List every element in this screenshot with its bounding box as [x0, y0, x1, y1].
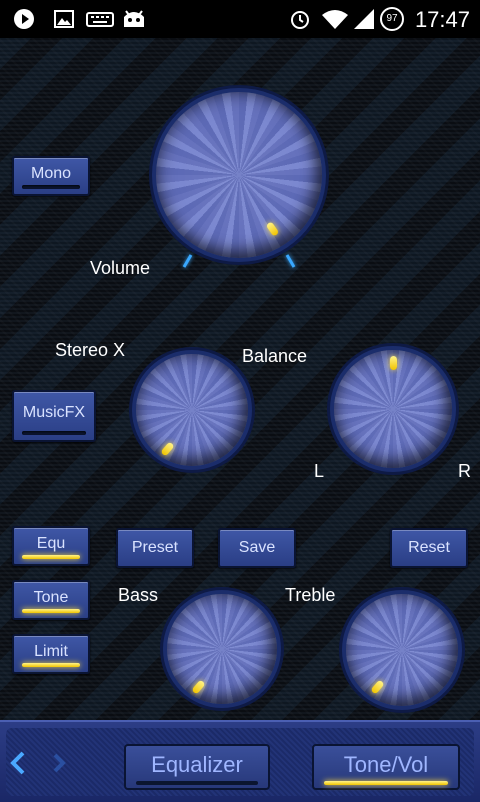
- tab-equalizer-indicator: [136, 781, 258, 785]
- image-icon: [54, 10, 74, 28]
- volume-label: Volume: [90, 258, 151, 278]
- bass-knob[interactable]: [167, 594, 277, 704]
- tab-equalizer[interactable]: Equalizer: [124, 744, 270, 790]
- signal-icon: [354, 9, 374, 29]
- equ-indicator: [22, 555, 80, 559]
- balance-knob[interactable]: [334, 350, 452, 468]
- android-icon: [124, 10, 144, 27]
- clock: 17:47: [414, 7, 470, 32]
- mono-indicator: [22, 185, 80, 189]
- wifi-icon: [322, 10, 348, 29]
- tone-indicator: [22, 609, 80, 613]
- chevron-left-icon[interactable]: [8, 750, 28, 776]
- equ-button-label: Equ: [36, 535, 66, 552]
- balance-right-label: R: [458, 461, 471, 481]
- chevron-right-icon[interactable]: [50, 750, 70, 776]
- stereo-x-label: Stereo X: [55, 340, 126, 360]
- play-icon: [14, 9, 34, 29]
- treble-marker: [370, 679, 385, 695]
- equ-button[interactable]: Equ: [12, 526, 90, 566]
- tab-equalizer-label: Equalizer: [151, 752, 243, 777]
- limit-button-label: Limit: [34, 643, 68, 660]
- reset-button[interactable]: Reset: [390, 528, 468, 568]
- mono-button[interactable]: Mono: [12, 156, 90, 196]
- musicfx-button-label: MusicFX: [22, 404, 86, 421]
- bass-marker: [191, 679, 206, 695]
- volume-knob[interactable]: [156, 92, 322, 258]
- treble-label: Treble: [285, 585, 336, 605]
- balance-label: Balance: [242, 346, 308, 366]
- balance-marker: [390, 356, 397, 370]
- limit-button[interactable]: Limit: [12, 634, 90, 674]
- status-bar: 97 17:47: [0, 0, 480, 38]
- alarm-icon: [291, 11, 309, 29]
- tab-tone-vol[interactable]: Tone/Vol: [312, 744, 460, 790]
- tone-button-label: Tone: [33, 589, 69, 606]
- bass-label: Bass: [118, 585, 159, 605]
- mono-button-label: Mono: [30, 165, 72, 182]
- stereo-x-marker: [160, 441, 175, 457]
- stereo-x-knob[interactable]: [136, 354, 248, 466]
- volume-marker: [265, 221, 280, 237]
- preset-button[interactable]: Preset: [116, 528, 194, 568]
- tone-button[interactable]: Tone: [12, 580, 90, 620]
- balance-left-label: L: [314, 461, 325, 481]
- tab-tone-vol-label: Tone/Vol: [343, 752, 429, 777]
- musicfx-indicator: [22, 431, 86, 435]
- musicfx-button[interactable]: MusicFX: [12, 390, 96, 442]
- save-button[interactable]: Save: [218, 528, 296, 568]
- treble-knob[interactable]: [346, 594, 458, 706]
- battery-indicator: 97: [380, 7, 404, 31]
- keyboard-icon: [86, 12, 114, 27]
- limit-indicator: [22, 663, 80, 667]
- tab-tone-vol-indicator: [324, 781, 448, 785]
